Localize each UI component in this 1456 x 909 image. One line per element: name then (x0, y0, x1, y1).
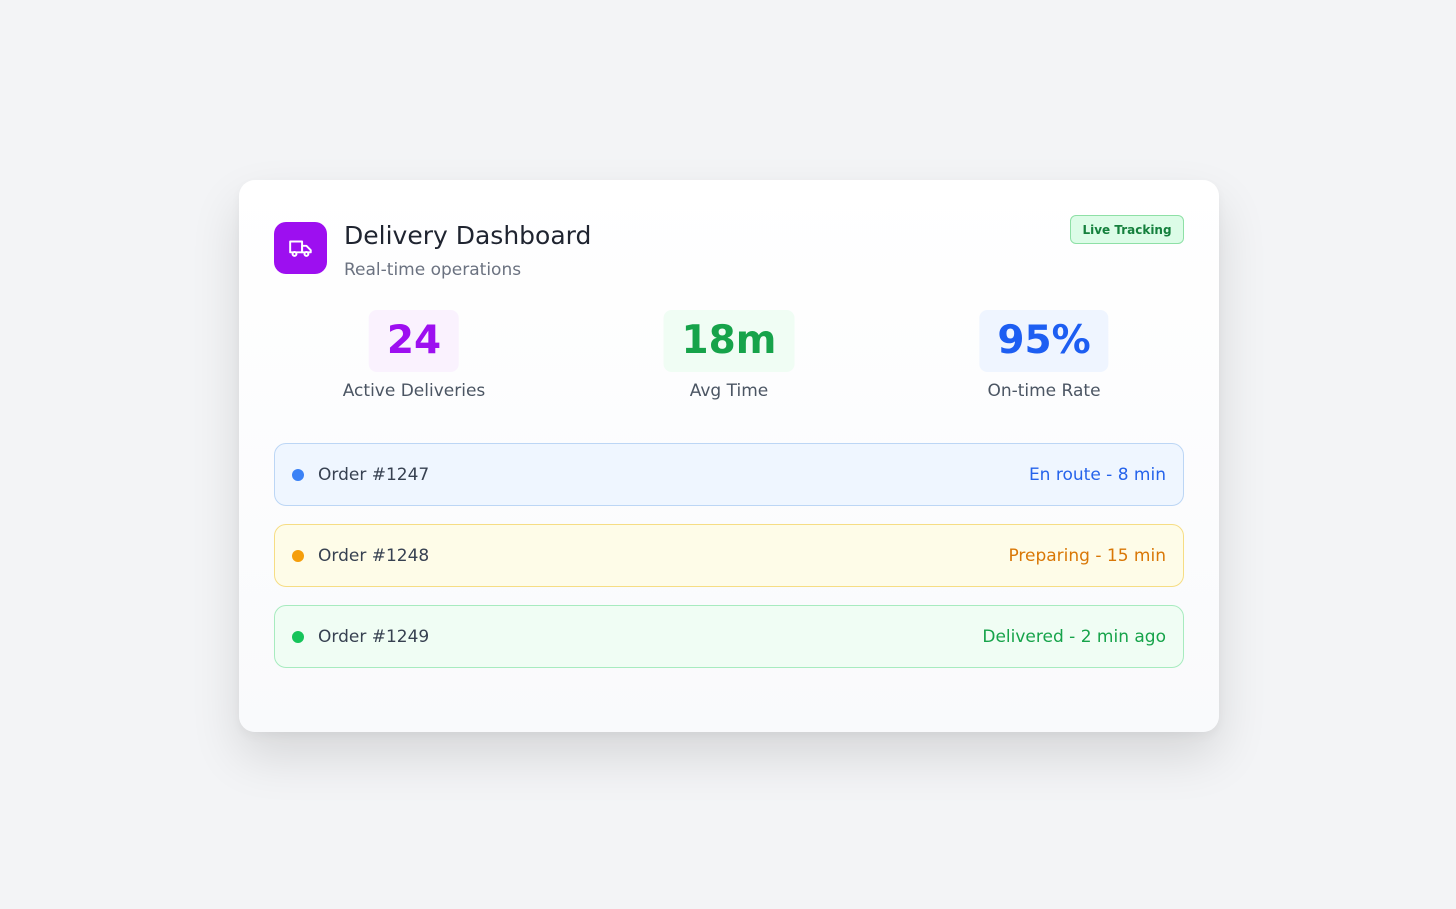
status-dot (292, 630, 304, 643)
order-id: Order #1247 (318, 464, 430, 485)
stat-value: 18m (663, 310, 795, 372)
order-row[interactable]: Order #1248 Preparing - 15 min (274, 524, 1184, 587)
page-title: Delivery Dashboard (344, 221, 592, 250)
order-status: Preparing - 15 min (1008, 545, 1166, 566)
stat-label: Active Deliveries (342, 381, 486, 401)
status-dot (292, 549, 304, 562)
stat-label: Avg Time (689, 381, 769, 401)
stat-avg-time: 18m Avg Time (663, 310, 795, 401)
stat-label: On-time Rate (987, 381, 1101, 401)
order-id: Order #1248 (318, 545, 430, 566)
stat-value: 24 (368, 310, 460, 372)
order-row[interactable]: Order #1249 Delivered - 2 min ago (274, 605, 1184, 668)
dashboard-card: Delivery Dashboard Real-time operations … (239, 180, 1219, 732)
stats-row: 24 Active Deliveries 18m Avg Time 95% On… (274, 310, 1184, 443)
page-subtitle: Real-time operations (344, 260, 522, 280)
order-status: En route - 8 min (1028, 464, 1166, 485)
card-header: Delivery Dashboard Real-time operations … (274, 215, 1184, 310)
order-status: Delivered - 2 min ago (982, 626, 1166, 647)
status-dot (292, 468, 304, 481)
stat-active-deliveries: 24 Active Deliveries (342, 310, 486, 401)
order-row[interactable]: Order #1247 En route - 8 min (274, 443, 1184, 506)
truck-icon (274, 222, 327, 274)
stat-value: 95% (979, 310, 1109, 372)
live-tracking-badge[interactable]: Live Tracking (1070, 215, 1184, 244)
order-id: Order #1249 (318, 626, 430, 647)
stat-on-time-rate: 95% On-time Rate (979, 310, 1109, 401)
orders-list: Order #1247 En route - 8 min Order #1248… (274, 443, 1184, 668)
